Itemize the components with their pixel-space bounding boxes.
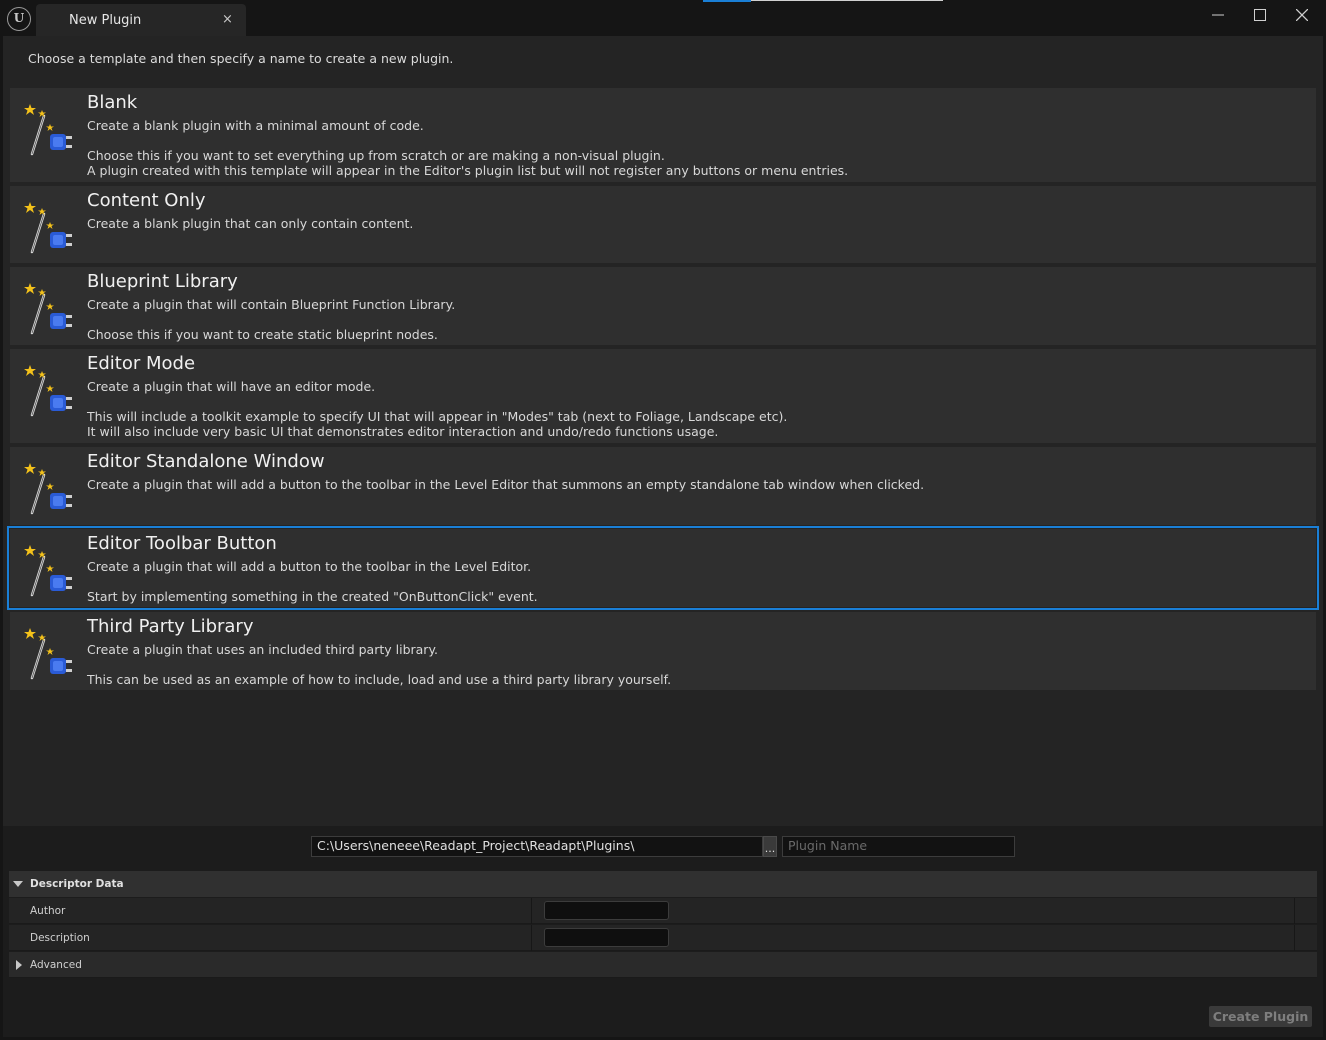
template-card-content-only[interactable]: Content Only Create a blank plugin that c… <box>10 186 1316 263</box>
template-details: This can be used as an example of how to… <box>87 672 672 687</box>
maximize-button[interactable] <box>1248 6 1272 26</box>
collapse-arrow-icon[interactable] <box>13 881 23 887</box>
maximize-icon <box>1254 9 1266 21</box>
plugin-wand-icon <box>24 102 76 158</box>
plugin-wand-icon <box>24 200 76 256</box>
description-row: Description <box>9 925 1317 951</box>
plugin-wand-icon <box>24 363 76 419</box>
template-card-editor-standalone-window[interactable]: Editor Standalone Window Create a plugin … <box>10 447 1316 525</box>
template-title: Editor Standalone Window <box>87 451 325 472</box>
descriptor-data-header[interactable]: Descriptor Data <box>9 871 1317 897</box>
advanced-label: Advanced <box>30 959 82 971</box>
plugin-wand-icon <box>24 461 76 517</box>
plugin-name-input[interactable]: Plugin Name <box>782 836 1015 857</box>
author-row: Author <box>9 898 1317 924</box>
template-description: Create a blank plugin with a minimal amo… <box>87 118 424 133</box>
tab-close-icon[interactable]: × <box>222 12 233 27</box>
column-divider[interactable] <box>531 925 532 951</box>
unreal-logo-icon: U <box>7 7 31 31</box>
template-description: Create a plugin that will add a button t… <box>87 559 532 574</box>
top-accent-line <box>703 0 751 2</box>
template-title: Blank <box>87 92 138 113</box>
template-title: Editor Toolbar Button <box>87 533 277 554</box>
column-divider[interactable] <box>531 898 532 924</box>
template-details: Start by implementing something in the c… <box>87 589 538 604</box>
descriptor-data-label: Descriptor Data <box>30 878 124 890</box>
plugin-wand-icon <box>24 543 76 599</box>
close-icon <box>1295 8 1309 22</box>
close-window-button[interactable] <box>1290 6 1314 26</box>
minimize-icon <box>1212 14 1224 16</box>
column-divider-right <box>1294 925 1295 951</box>
column-divider-right <box>1294 898 1295 924</box>
expand-arrow-icon[interactable] <box>16 960 22 970</box>
template-card-blueprint-library[interactable]: Blueprint Library Create a plugin that wi… <box>10 267 1316 345</box>
plugin-path-field[interactable]: C:\Users\neneee\Readapt_Project\Readapt\… <box>311 836 763 857</box>
plugin-wand-icon <box>24 281 76 337</box>
template-details: Choose this if you want to create static… <box>87 327 438 342</box>
template-description: Create a plugin that will add a button t… <box>87 477 925 492</box>
template-details: This will include a toolkit example to s… <box>87 409 788 439</box>
plugin-wand-icon <box>24 626 76 682</box>
title-bar: U New Plugin × <box>0 0 1326 38</box>
intro-text: Choose a template and then specify a nam… <box>28 51 454 66</box>
description-input[interactable] <box>544 928 669 947</box>
template-card-third-party-library[interactable]: Third Party Library Create a plugin that … <box>10 612 1316 690</box>
template-title: Editor Mode <box>87 353 196 374</box>
tab-title: New Plugin <box>69 13 142 28</box>
create-plugin-button[interactable]: Create Plugin <box>1209 1006 1312 1027</box>
template-details: Choose this if you want to set everythin… <box>87 148 849 178</box>
template-description: Create a plugin that uses an included th… <box>87 642 439 657</box>
minimize-button[interactable] <box>1206 6 1230 26</box>
template-title: Blueprint Library <box>87 271 238 292</box>
template-card-editor-toolbar-button[interactable]: Editor Toolbar Button Create a plugin tha… <box>7 526 1319 610</box>
template-title: Content Only <box>87 190 206 211</box>
browse-path-button[interactable]: ... <box>763 836 777 857</box>
template-card-blank[interactable]: Blank Create a blank plugin with a minima… <box>10 88 1316 182</box>
author-input[interactable] <box>544 901 669 920</box>
template-title: Third Party Library <box>87 616 254 637</box>
advanced-row[interactable]: Advanced <box>9 952 1317 978</box>
description-label: Description <box>30 932 90 944</box>
template-card-editor-mode[interactable]: Editor Mode Create a plugin that will hav… <box>10 349 1316 443</box>
template-description: Create a blank plugin that can only cont… <box>87 216 414 231</box>
tab-new-plugin[interactable]: New Plugin × <box>36 4 246 36</box>
template-description: Create a plugin that will have an editor… <box>87 379 376 394</box>
template-description: Create a plugin that will contain Bluepr… <box>87 297 456 312</box>
top-accent-line-2 <box>751 0 943 1</box>
author-label: Author <box>30 905 66 917</box>
